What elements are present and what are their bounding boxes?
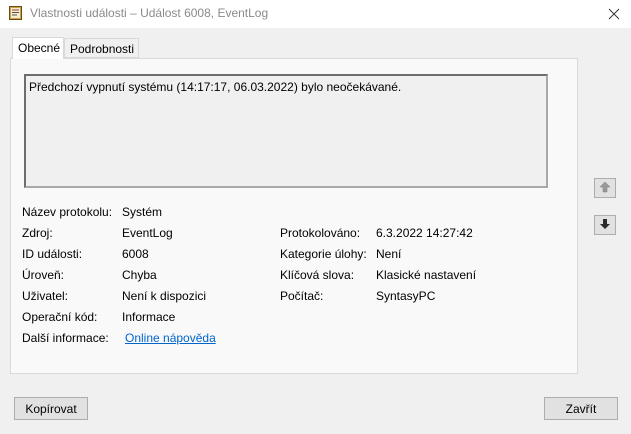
- level-value: Chyba: [122, 268, 157, 282]
- next-event-button[interactable]: [594, 215, 616, 235]
- online-help-link[interactable]: Online nápověda: [125, 331, 216, 345]
- event-properties-icon: [9, 6, 22, 20]
- arrow-down-icon: [599, 218, 611, 233]
- event-description: Předchozí vypnutí systému (14:17:17, 06.…: [29, 80, 402, 94]
- event-description-box[interactable]: Předchozí vypnutí systému (14:17:17, 06.…: [24, 74, 548, 188]
- task-category-value: Není: [376, 247, 402, 261]
- user-value: Není k dispozici: [122, 289, 207, 303]
- keywords-value: Klasické nastavení: [376, 268, 477, 282]
- close-button[interactable]: Zavřít: [544, 397, 618, 420]
- event-id-label: ID události:: [22, 247, 83, 261]
- log-name-label: Název protokolu:: [22, 205, 113, 219]
- log-name-value: Systém: [122, 205, 163, 219]
- previous-event-button[interactable]: [594, 178, 616, 198]
- tab-general[interactable]: Obecné: [12, 37, 64, 59]
- computer-value: SyntasyPC: [376, 289, 436, 303]
- more-info-label: Další informace:: [22, 331, 109, 345]
- arrow-up-icon: [599, 181, 611, 196]
- source-label: Zdroj:: [22, 226, 53, 240]
- title-bar: Vlastnosti události – Událost 6008, Even…: [0, 0, 631, 28]
- close-icon[interactable]: [597, 0, 631, 28]
- logged-value: 6.3.2022 14:27:42: [376, 226, 473, 240]
- event-id-value: 6008: [122, 247, 149, 261]
- keywords-label: Klíčová slova:: [280, 268, 355, 282]
- tab-details[interactable]: Podrobnosti: [64, 38, 139, 58]
- source-value: EventLog: [122, 226, 173, 240]
- opcode-value: Informace: [122, 310, 176, 324]
- computer-label: Počítač:: [280, 289, 324, 303]
- window-title: Vlastnosti události – Událost 6008, Even…: [30, 6, 269, 20]
- copy-button[interactable]: Kopírovat: [14, 397, 88, 420]
- opcode-label: Operační kód:: [22, 310, 98, 324]
- level-label: Úroveň:: [22, 268, 65, 282]
- task-category-label: Kategorie úlohy:: [280, 247, 367, 261]
- logged-label: Protokolováno:: [280, 226, 361, 240]
- user-label: Uživatel:: [22, 289, 69, 303]
